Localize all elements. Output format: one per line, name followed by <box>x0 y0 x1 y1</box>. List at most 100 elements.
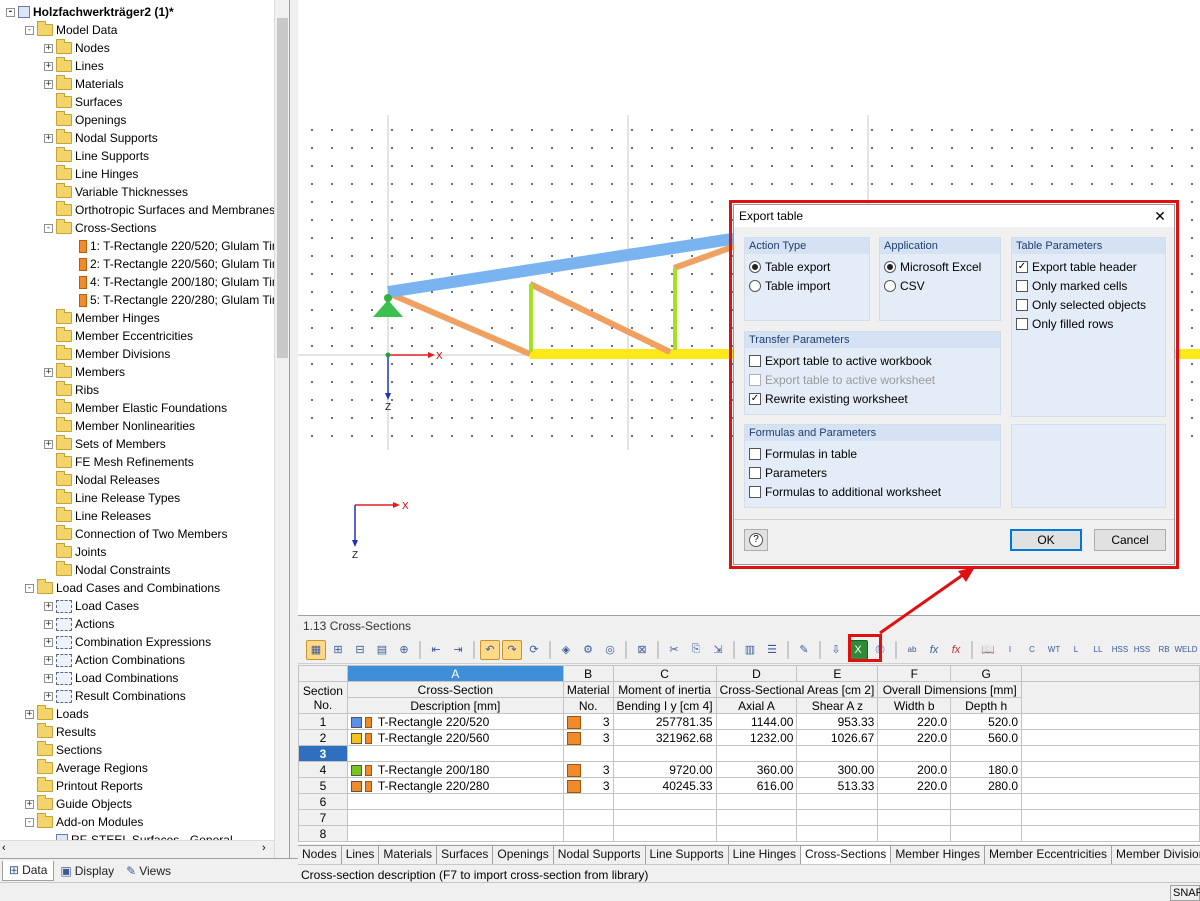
row-number[interactable]: 5 <box>299 778 348 794</box>
material-cell[interactable]: 3 <box>563 730 613 746</box>
checkbox-unchecked-icon[interactable] <box>749 467 761 479</box>
import-icon[interactable]: ⇩ <box>826 640 846 660</box>
table-row[interactable]: 8 <box>299 826 1200 842</box>
tree-item[interactable]: +Sets of Members <box>44 435 166 453</box>
description-cell[interactable] <box>347 810 563 826</box>
function-icon[interactable]: fx <box>924 640 944 660</box>
tree-item[interactable]: +Loads <box>25 705 89 723</box>
insert-row-icon[interactable]: ⊞ <box>328 640 348 660</box>
checkbox-unchecked-icon[interactable] <box>1016 318 1028 330</box>
collapse-icon[interactable]: - <box>25 584 34 593</box>
row-number[interactable]: 2 <box>299 730 348 746</box>
radio-table-export[interactable]: Table export <box>745 257 869 276</box>
material-cell[interactable] <box>563 746 613 762</box>
description-cell[interactable] <box>347 746 563 762</box>
shear-cell[interactable] <box>797 810 878 826</box>
tree-item[interactable]: -Load Cases and Combinations <box>25 579 220 597</box>
width-cell[interactable]: 220.0 <box>878 778 951 794</box>
previous-table-icon[interactable]: ⇤ <box>426 640 446 660</box>
expand-icon[interactable]: + <box>44 440 53 449</box>
checkbox-unchecked-icon[interactable] <box>749 486 761 498</box>
width-cell[interactable] <box>878 746 951 762</box>
abc-icon[interactable]: ab <box>902 640 922 660</box>
tree-item[interactable]: FE Mesh Refinements <box>44 453 194 471</box>
collapse-icon[interactable]: - <box>25 26 34 35</box>
cancel-button[interactable]: Cancel <box>1094 529 1166 551</box>
navigator-vertical-scrollbar[interactable] <box>274 0 290 858</box>
table-row[interactable]: 2T-Rectangle 220/5603321962.681232.00102… <box>299 730 1200 746</box>
table-row[interactable]: 5T-Rectangle 220/280340245.33616.00513.3… <box>299 778 1200 794</box>
radio-on-icon[interactable] <box>749 261 761 273</box>
tree-item[interactable]: Line Release Types <box>44 489 180 507</box>
shear-cell[interactable]: 1026.67 <box>797 730 878 746</box>
scroll-right-icon[interactable]: › <box>262 842 266 854</box>
expand-icon[interactable]: + <box>25 710 34 719</box>
tree-item[interactable]: 4: T-Rectangle 200/180; Glulam Timber <box>63 273 290 291</box>
table-row[interactable]: 1T-Rectangle 220/5203257781.351144.00953… <box>299 714 1200 730</box>
checkbox-unchecked-icon[interactable] <box>1016 280 1028 292</box>
checkbox-unchecked-icon[interactable] <box>749 448 761 460</box>
axial-cell[interactable] <box>716 794 797 810</box>
tree-item[interactable]: +Materials <box>44 75 124 93</box>
double-angle-icon[interactable]: LL <box>1088 640 1108 660</box>
checkbox-export-table-to-active-workbook[interactable]: Export table to active workbook <box>745 351 1000 370</box>
width-cell[interactable]: 220.0 <box>878 714 951 730</box>
axial-cell[interactable] <box>716 746 797 762</box>
channel-section-icon[interactable]: C <box>1022 640 1042 660</box>
tree-item[interactable]: Results <box>25 723 96 741</box>
table-row[interactable]: 7 <box>299 810 1200 826</box>
bending-cell[interactable]: 257781.35 <box>613 714 716 730</box>
bending-cell[interactable]: 321962.68 <box>613 730 716 746</box>
table-row[interactable]: 3 <box>299 746 1200 762</box>
axial-cell[interactable]: 360.00 <box>716 762 797 778</box>
tree-item[interactable]: Line Hinges <box>44 165 138 183</box>
angle-section-icon[interactable]: L <box>1066 640 1086 660</box>
select-icon[interactable]: ◎ <box>600 640 620 660</box>
delete-icon[interactable]: ⊠ <box>632 640 652 660</box>
tree-item[interactable]: 1: T-Rectangle 220/520; Glulam Timber <box>63 237 290 255</box>
depth-cell[interactable]: 560.0 <box>951 730 1022 746</box>
depth-cell[interactable]: 180.0 <box>951 762 1022 778</box>
diagonal-member[interactable] <box>388 293 530 354</box>
checkbox-export-table-header[interactable]: ✓Export table header <box>1012 257 1165 276</box>
tree-item[interactable]: +Load Cases <box>44 597 139 615</box>
depth-cell[interactable]: 280.0 <box>951 778 1022 794</box>
tree-item[interactable]: Member Hinges <box>44 309 160 327</box>
width-cell[interactable]: 200.0 <box>878 762 951 778</box>
function-remove-icon[interactable]: fx <box>946 640 966 660</box>
tree-item[interactable]: Line Supports <box>44 147 149 165</box>
sheet-tab[interactable]: Openings <box>493 846 553 864</box>
axial-cell[interactable] <box>716 826 797 842</box>
radio-microsoft-excel[interactable]: Microsoft Excel <box>880 257 1000 276</box>
edit-icon[interactable]: ✎ <box>794 640 814 660</box>
column-header-a[interactable]: A <box>347 666 563 682</box>
tree-item[interactable]: -Holzfachwerkträger2 (1)* <box>6 3 174 21</box>
hss-round-icon[interactable]: HSS <box>1132 640 1152 660</box>
radio-csv[interactable]: CSV <box>880 276 1000 295</box>
width-cell[interactable] <box>878 810 951 826</box>
tree-item[interactable]: Openings <box>44 111 126 129</box>
depth-cell[interactable] <box>951 746 1022 762</box>
depth-cell[interactable] <box>951 826 1022 842</box>
tree-item[interactable]: Member Divisions <box>44 345 170 363</box>
tree-item[interactable]: Sections <box>25 741 102 759</box>
tree-item[interactable]: Printout Reports <box>25 777 143 795</box>
axial-cell[interactable]: 616.00 <box>716 778 797 794</box>
welded-section-icon[interactable]: WELD <box>1176 640 1196 660</box>
expand-icon[interactable]: + <box>44 134 53 143</box>
clear-icon[interactable]: ▤ <box>372 640 392 660</box>
checkbox-checked-icon[interactable]: ✓ <box>749 393 761 405</box>
description-cell[interactable]: T-Rectangle 220/560 <box>347 730 563 746</box>
filter-icon[interactable]: ◈ <box>556 640 576 660</box>
tree-item[interactable]: -Add-on Modules <box>25 813 143 831</box>
expand-icon[interactable]: + <box>44 674 53 683</box>
tree-item[interactable]: Nodal Constraints <box>44 561 170 579</box>
tree-item[interactable]: +Members <box>44 363 125 381</box>
checkbox-formulas-in-table[interactable]: Formulas in table <box>745 444 1000 463</box>
tree-item[interactable]: 5: T-Rectangle 220/280; Glulam Timber <box>63 291 290 309</box>
navigator-tab-data[interactable]: ⊞Data <box>2 861 54 881</box>
radio-table-import[interactable]: Table import <box>745 276 869 295</box>
tree-item[interactable]: +Combination Expressions <box>44 633 211 651</box>
bending-cell[interactable] <box>613 794 716 810</box>
collapse-icon[interactable]: - <box>44 224 53 233</box>
